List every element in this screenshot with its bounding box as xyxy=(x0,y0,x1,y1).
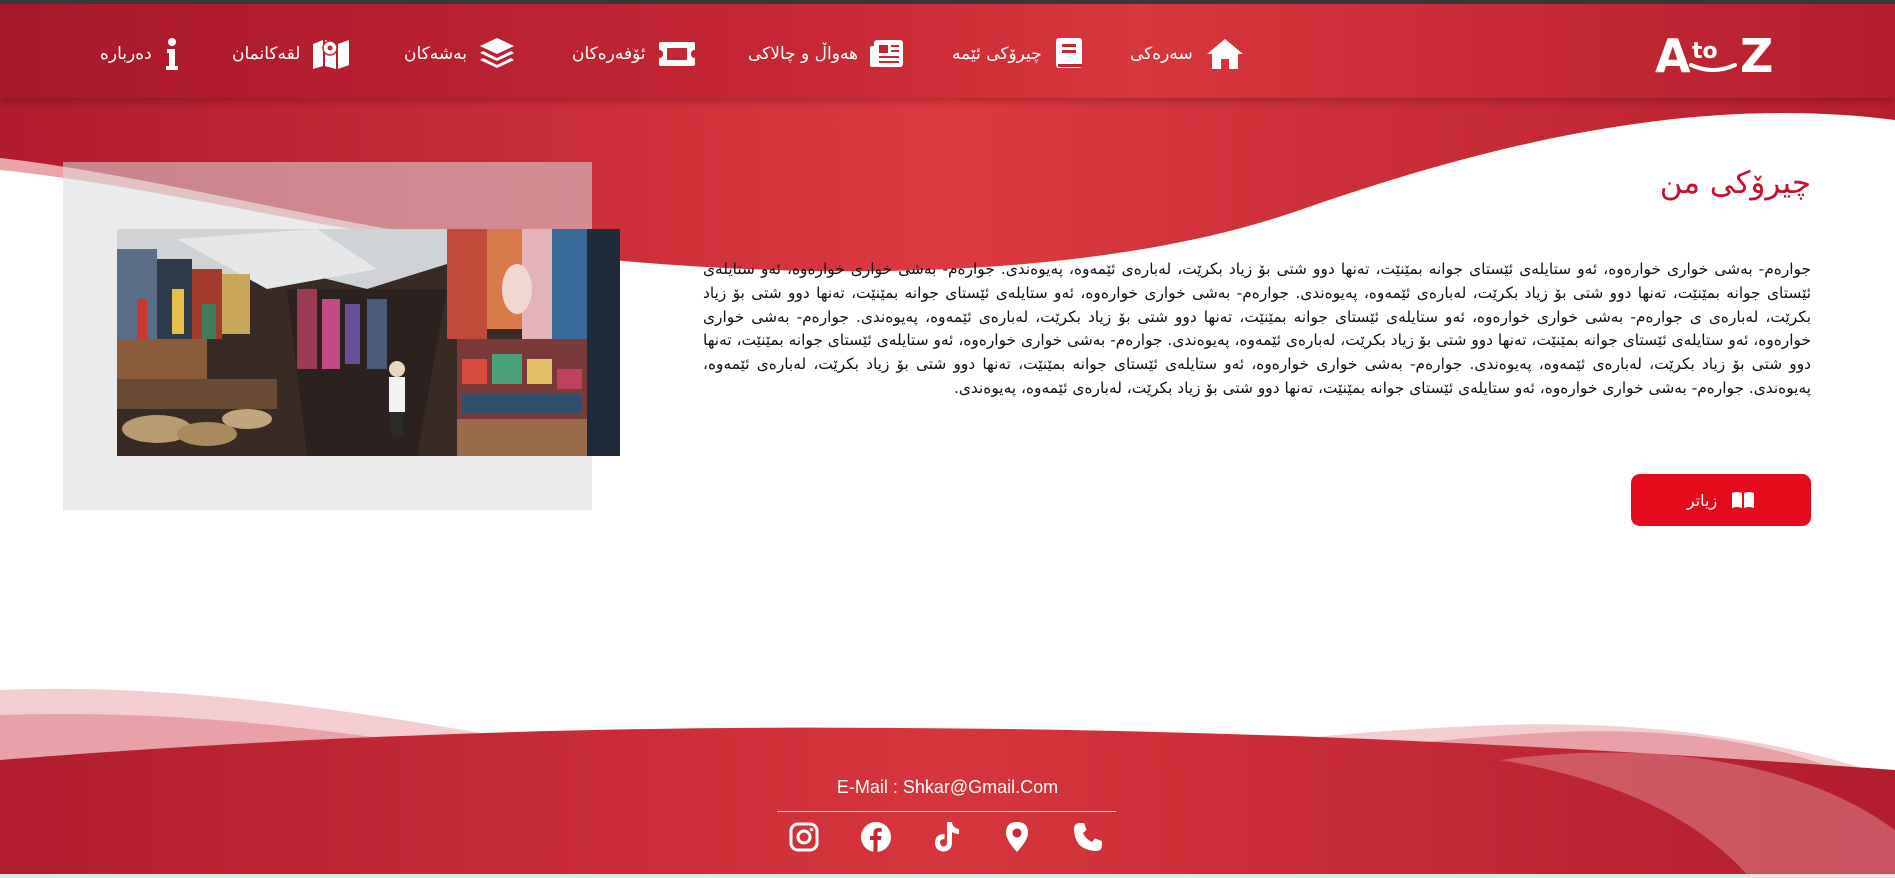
map-icon xyxy=(313,40,350,69)
phone-icon xyxy=(1074,823,1102,851)
nav-item-news[interactable]: هەواڵ و چالاکی xyxy=(748,32,904,76)
nav-item-label: هەواڵ و چالاکی xyxy=(748,44,859,64)
footer-divider xyxy=(777,811,1116,812)
ticket-icon xyxy=(658,42,695,66)
open-book-icon xyxy=(1732,492,1755,508)
page-title: چیرۆکی من xyxy=(1659,165,1811,201)
market-photo xyxy=(117,229,620,456)
book-icon xyxy=(1055,38,1082,68)
tiktok-link[interactable] xyxy=(928,818,966,856)
nav-item-label: دەربارە xyxy=(100,44,152,64)
layers-icon xyxy=(479,38,514,68)
facebook-icon xyxy=(861,822,891,852)
phone-link[interactable] xyxy=(1069,818,1107,856)
nav-item-label: سەرەکی xyxy=(1130,44,1193,64)
read-more-label: زیاتر xyxy=(1686,490,1718,510)
location-link[interactable] xyxy=(998,818,1036,856)
story-paragraph: جوارەم- بەشی خواری خوارەوە، ئەو ستایلەی … xyxy=(703,260,1811,397)
page-bottom-edge xyxy=(0,874,1895,878)
info-icon xyxy=(165,38,178,70)
instagram-link[interactable] xyxy=(785,818,823,856)
facebook-link[interactable] xyxy=(857,818,895,856)
location-pin-icon xyxy=(1006,822,1028,852)
nav-item-our-story[interactable]: چیرۆکی ئێمە xyxy=(952,32,1084,76)
nav-item-about[interactable]: دەربارە xyxy=(100,32,180,76)
nav-item-branches[interactable]: لقەکانمان xyxy=(232,32,350,76)
tiktok-icon xyxy=(935,822,959,852)
contact-email[interactable]: E-Mail : Shkar@Gmail.Com xyxy=(0,777,1895,798)
navbar: A to Z سەرەکی چیرۆکی ئێمە هەواڵ و چالاکی xyxy=(0,4,1895,98)
nav-item-sections[interactable]: بەشەکان xyxy=(404,32,515,76)
nav-item-label: چیرۆکی ئێمە xyxy=(952,44,1042,64)
svg-text:A: A xyxy=(1655,32,1691,77)
svg-text:to: to xyxy=(1692,39,1718,64)
newspaper-icon xyxy=(870,40,904,67)
nav-item-label: بەشەکان xyxy=(404,44,467,64)
nav-item-label: ئۆفەرەکان xyxy=(572,44,646,64)
nav-item-offers[interactable]: ئۆفەرەکان xyxy=(572,32,696,76)
instagram-icon xyxy=(789,822,819,852)
read-more-button[interactable]: زیاتر xyxy=(1631,474,1811,526)
nav-item-home[interactable]: سەرەکی xyxy=(1130,32,1245,76)
market-photo-illustration xyxy=(117,229,620,456)
logo[interactable]: A to Z xyxy=(1655,32,1785,77)
nav-item-label: لقەکانمان xyxy=(232,44,301,64)
svg-text:Z: Z xyxy=(1740,32,1773,77)
home-icon xyxy=(1206,39,1243,69)
